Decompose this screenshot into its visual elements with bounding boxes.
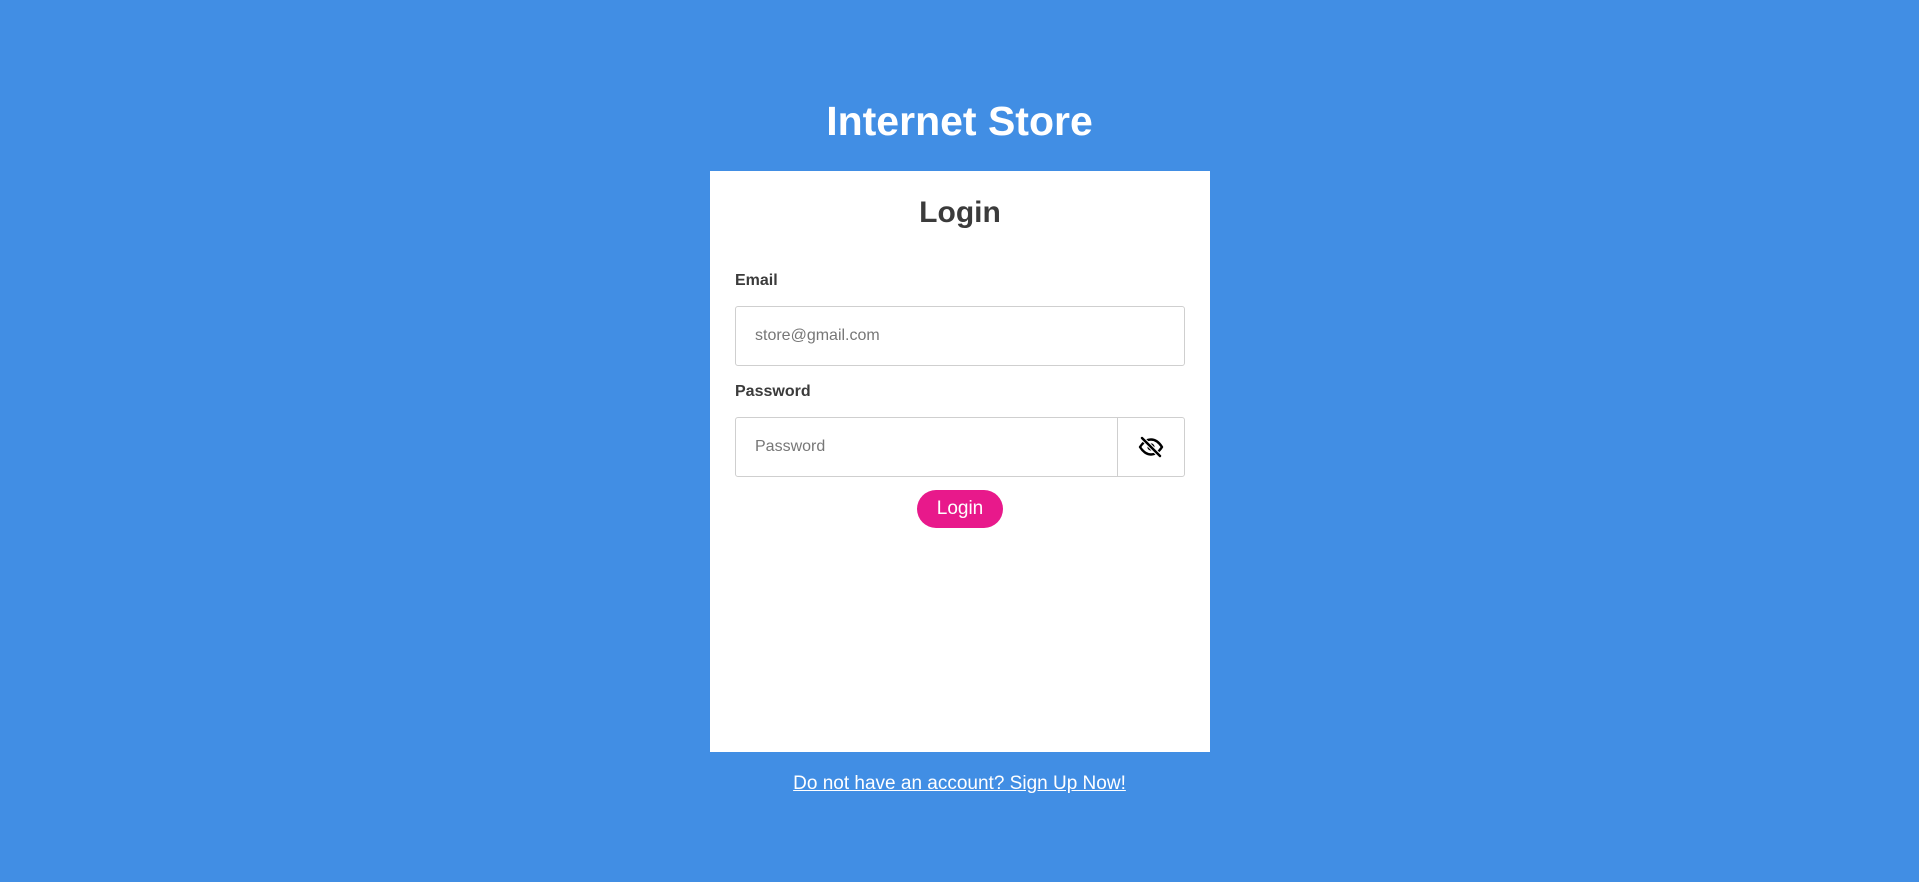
email-label: Email	[735, 272, 778, 289]
password-input[interactable]	[735, 417, 1118, 477]
app-title: Internet Store	[826, 98, 1093, 144]
eye-slash-icon	[1138, 436, 1164, 458]
password-group	[735, 417, 1185, 477]
login-button[interactable]: Login	[917, 490, 1003, 528]
signup-link[interactable]: Do not have an account? Sign Up Now!	[0, 772, 1919, 796]
toggle-password-visibility-button[interactable]	[1117, 417, 1185, 477]
login-heading: Login	[919, 196, 1001, 229]
email-input[interactable]	[735, 306, 1185, 366]
login-card: Login Email Password Login	[710, 171, 1210, 752]
password-label: Password	[735, 383, 811, 400]
